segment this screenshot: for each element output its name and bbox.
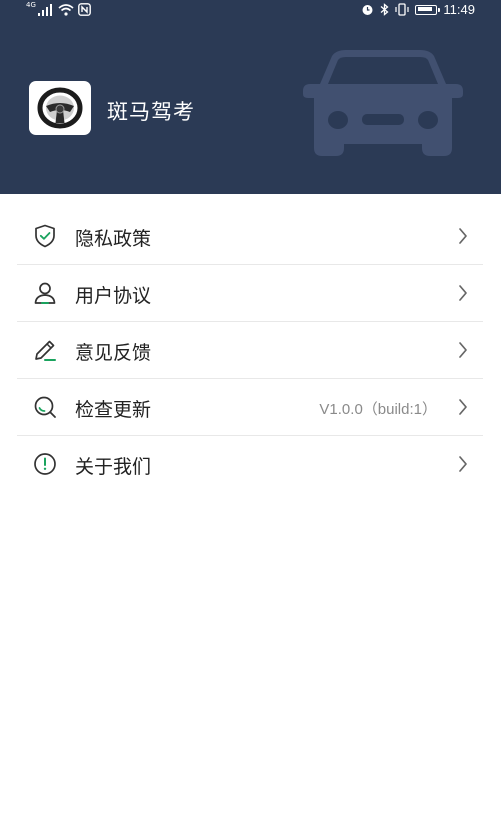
status-time: 11:49 <box>443 2 475 17</box>
settings-menu: 隐私政策 用户协议 意见反馈 检查更新 V1.0.0（build:1） 关于我们 <box>17 208 483 493</box>
signal-type-label: 4G <box>26 1 36 9</box>
chevron-right-icon <box>459 342 467 358</box>
chevron-right-icon <box>459 285 467 301</box>
car-icon <box>303 50 463 156</box>
signal-icon <box>37 3 52 16</box>
status-left: 4G <box>26 1 91 16</box>
nfc-icon <box>77 3 91 16</box>
chevron-right-icon <box>459 456 467 472</box>
chevron-right-icon <box>459 399 467 415</box>
vibrate-icon <box>395 3 410 16</box>
menu-item-privacy-policy[interactable]: 隐私政策 <box>17 208 483 265</box>
menu-item-label: 检查更新 <box>75 399 152 421</box>
search-icon <box>34 396 56 418</box>
battery-level-fill <box>417 7 433 11</box>
steering-wheel-icon <box>37 87 83 129</box>
menu-item-label: 用户协议 <box>75 285 152 307</box>
header: 4G 11:49 斑马驾考 <box>0 0 501 194</box>
menu-item-feedback[interactable]: 意见反馈 <box>17 322 483 379</box>
battery-icon <box>415 4 441 15</box>
menu-item-user-agreement[interactable]: 用户协议 <box>17 265 483 322</box>
app-logo <box>29 81 91 135</box>
app-name: 斑马驾考 <box>107 100 195 124</box>
status-bar: 4G 11:49 <box>0 0 501 22</box>
status-right: 11:49 <box>361 2 475 17</box>
wifi-icon <box>58 3 74 16</box>
user-icon <box>34 282 56 304</box>
menu-item-check-update[interactable]: 检查更新 V1.0.0（build:1） <box>17 379 483 436</box>
chevron-right-icon <box>459 228 467 244</box>
menu-item-label: 隐私政策 <box>75 228 152 250</box>
pencil-icon <box>35 340 56 361</box>
alarm-icon <box>362 5 373 15</box>
bluetooth-icon <box>381 3 389 16</box>
menu-item-label: 关于我们 <box>75 456 152 478</box>
menu-item-about-us[interactable]: 关于我们 <box>17 436 483 493</box>
version-label: V1.0.0（build:1） <box>319 401 437 418</box>
info-exclamation-icon <box>34 453 56 475</box>
shield-check-icon <box>35 224 55 248</box>
menu-item-label: 意见反馈 <box>75 342 152 364</box>
